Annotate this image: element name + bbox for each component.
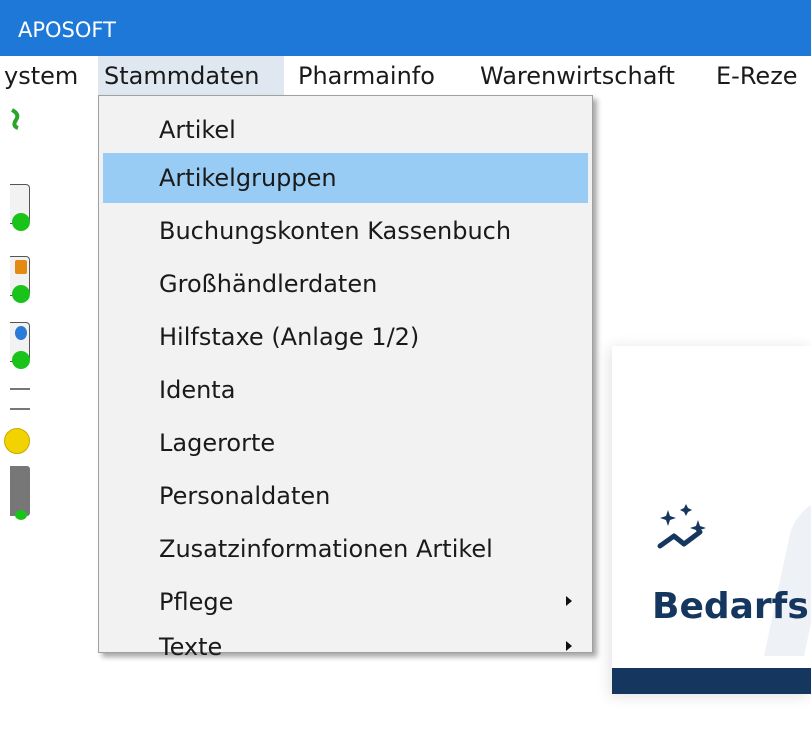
decorative-swoosh <box>763 496 811 656</box>
sparkle-trend-icon <box>657 504 706 549</box>
menu-item-identa[interactable]: Identa <box>103 365 588 415</box>
menu-item-label: Artikel <box>159 116 236 144</box>
menu-item-personaldaten[interactable]: Personaldaten <box>103 471 588 521</box>
menu-item-grosshaendlerdaten[interactable]: Großhändlerdaten <box>103 259 588 309</box>
menu-item-texte[interactable]: Texte <box>103 622 588 672</box>
menu-item-label: Pflege <box>159 588 234 616</box>
submenu-arrow-icon <box>566 596 572 606</box>
menu-pharmainfo-label: Pharmainfo <box>298 62 435 90</box>
window-title: APOSOFT <box>18 18 116 42</box>
menu-stammdaten[interactable]: Stammdaten <box>98 56 284 96</box>
left-toolbar <box>0 96 36 536</box>
menu-warenwirtschaft-label: Warenwirtschaft <box>480 62 675 90</box>
menu-item-label: Texte <box>159 633 223 661</box>
menu-e-rezept[interactable]: E-Reze <box>716 56 811 96</box>
menu-item-label: Buchungskonten Kassenbuch <box>159 217 512 245</box>
menu-item-label: Personaldaten <box>159 482 331 510</box>
menu-item-buchungskonten-kassenbuch[interactable]: Buchungskonten Kassenbuch <box>103 206 588 256</box>
menu-item-label: Hilfstaxe (Anlage 1/2) <box>159 323 420 351</box>
bedarfs-panel: Bedarfs <box>612 346 811 694</box>
document-orange-icon[interactable] <box>10 256 30 303</box>
menu-item-artikel[interactable]: Artikel <box>103 105 588 155</box>
menu-item-label: Lagerorte <box>159 429 276 457</box>
menu-item-label: Zusatzinformationen Artikel <box>159 535 493 563</box>
yellow-status-icon[interactable] <box>4 428 30 454</box>
menu-pharmainfo[interactable]: Pharmainfo <box>298 56 466 96</box>
submenu-arrow-icon <box>566 641 572 651</box>
pledge-icon[interactable] <box>10 466 30 520</box>
stammdaten-dropdown-menu: Artikel Artikelgruppen Buchungskonten Ka… <box>98 95 593 661</box>
menu-item-pflege[interactable]: Pflege <box>103 577 588 627</box>
menu-system[interactable]: ystem <box>0 56 96 96</box>
menu-system-label: ystem <box>4 62 79 90</box>
menu-item-lagerorte[interactable]: Lagerorte <box>103 418 588 468</box>
menu-stammdaten-label: Stammdaten <box>104 62 260 90</box>
menu-item-label: Identa <box>159 376 236 404</box>
menu-bar: ystem Stammdaten Pharmainfo Warenwirtsch… <box>0 56 811 96</box>
brand-name: Bedarfs <box>652 586 809 627</box>
menu-e-rezept-label: E-Reze <box>716 62 798 90</box>
document-green-icon[interactable] <box>10 184 30 231</box>
menu-item-artikelgruppen[interactable]: Artikelgruppen <box>103 153 588 203</box>
menu-item-label: Artikelgruppen <box>159 164 337 192</box>
menu-warenwirtschaft[interactable]: Warenwirtschaft <box>480 56 702 96</box>
menu-item-label: Großhändlerdaten <box>159 270 378 298</box>
title-bar: APOSOFT <box>0 0 811 56</box>
panel-bottom-bar <box>612 668 811 694</box>
document-globe-icon[interactable] <box>10 322 30 369</box>
refresh-icon[interactable] <box>10 108 20 130</box>
printer-icon[interactable] <box>10 388 30 410</box>
menu-item-zusatzinformationen-artikel[interactable]: Zusatzinformationen Artikel <box>103 524 588 574</box>
menu-item-hilfstaxe[interactable]: Hilfstaxe (Anlage 1/2) <box>103 312 588 362</box>
